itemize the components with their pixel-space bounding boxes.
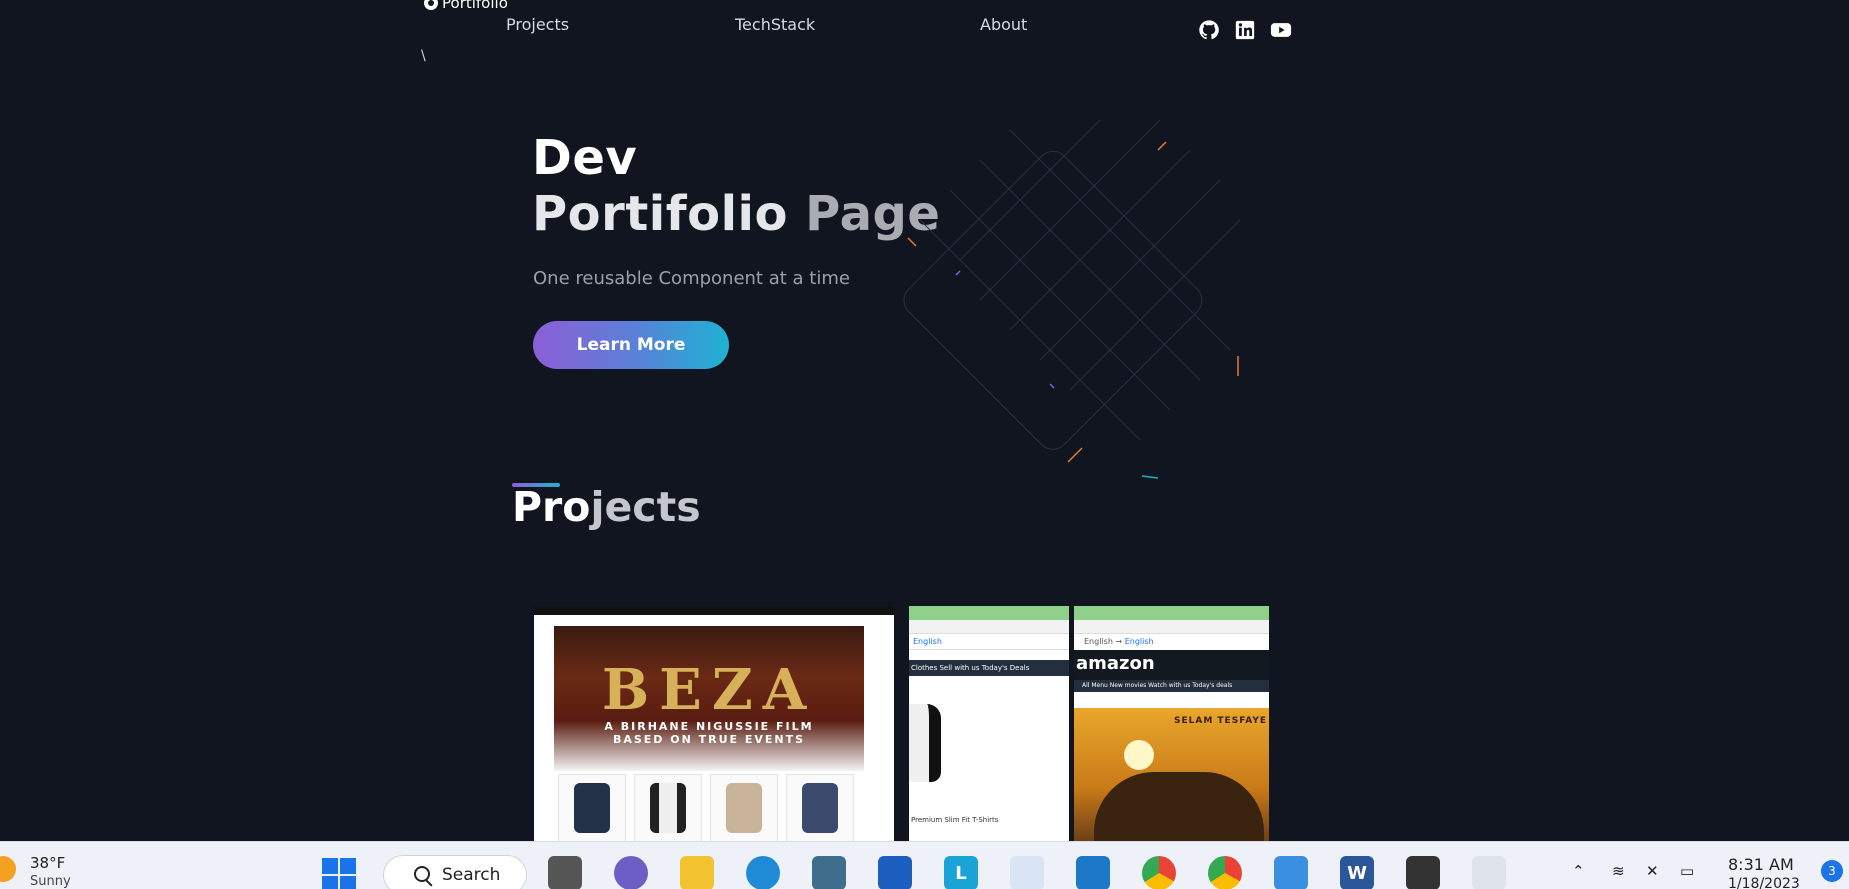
poster-sun — [1124, 740, 1154, 770]
vscode-icon[interactable] — [1076, 856, 1110, 889]
translate-bar: English — [909, 634, 1069, 650]
logo-mark-icon — [424, 0, 438, 10]
nav-link-techstack[interactable]: TechStack — [735, 15, 815, 34]
hero-title-line2-a: Portifolio — [532, 186, 788, 242]
weather-sun-icon[interactable] — [0, 856, 16, 882]
logo-text: Portifolio — [442, 0, 508, 12]
notification-badge[interactable]: 3 — [1821, 860, 1843, 882]
windows-taskbar: 38°F Sunny Search L W ⌃ ≋ ✕ ▭ 8:31 AM 1/… — [0, 841, 1849, 889]
beza-subtitle-1: A BIRHANE NIGUSSIE FILM — [604, 720, 814, 733]
youtube-icon[interactable] — [1270, 19, 1292, 41]
clock-date[interactable]: 1/18/2023 — [1728, 876, 1800, 889]
snipping-tool-icon[interactable] — [1472, 856, 1506, 889]
terminal-icon[interactable] — [1406, 856, 1440, 889]
github-icon[interactable] — [1198, 19, 1220, 41]
projects-heading-b: jects — [590, 483, 701, 531]
translate-bar: English → English — [1084, 637, 1154, 646]
poster-figures — [1094, 772, 1264, 842]
clock-time[interactable]: 8:31 AM — [1728, 855, 1794, 874]
weather-condition[interactable]: Sunny — [30, 874, 71, 889]
browser-toolbar — [534, 606, 894, 615]
weather-temp[interactable]: 38°F — [30, 854, 65, 872]
browser-tab-strip — [1074, 606, 1269, 620]
wifi-icon[interactable]: ≋ — [1612, 862, 1625, 880]
product-thumbnail — [786, 774, 854, 842]
linkedin-icon[interactable] — [1234, 19, 1256, 41]
search-icon — [414, 866, 430, 882]
movie-poster: SELAM TESFAYE — [1074, 708, 1269, 842]
shirt-image — [909, 704, 955, 782]
taskbar-search[interactable]: Search — [383, 855, 527, 889]
browser-tab-strip — [909, 606, 1069, 620]
battery-icon[interactable]: ▭ — [1680, 862, 1694, 880]
l-app-icon[interactable]: L — [944, 856, 978, 889]
product-thumbnail — [710, 774, 778, 842]
task-view-icon[interactable] — [548, 856, 582, 889]
product-thumbnail — [558, 774, 626, 842]
browser-url-bar — [909, 620, 1069, 634]
beza-title: BEZA — [601, 657, 817, 723]
project-card-amazon-clone-2[interactable]: English → English amazon All Menu New mo… — [1074, 606, 1269, 842]
notepad-icon[interactable] — [1274, 856, 1308, 889]
product-grid — [558, 774, 854, 842]
product-caption: Premium Slim Fit T-Shirts — [911, 816, 999, 824]
browser-url-bar — [1074, 620, 1269, 634]
volume-muted-icon[interactable]: ✕ — [1646, 862, 1659, 880]
amazon-nav-strip: All Menu New movies Watch with us Today'… — [1074, 680, 1269, 692]
search-label: Search — [442, 865, 501, 885]
social-links — [1198, 19, 1292, 41]
ai-app-icon[interactable] — [1010, 856, 1044, 889]
projects-heading: Projects — [512, 483, 701, 531]
project-card-amazon-clone-1[interactable]: English Clothes Sell with us Today's Dea… — [909, 606, 1069, 842]
amazon-nav-strip: Clothes Sell with us Today's Deals — [909, 660, 1069, 676]
poster-name: SELAM TESFAYE — [1174, 716, 1268, 726]
mysql-icon[interactable] — [812, 856, 846, 889]
edge-icon[interactable] — [746, 856, 780, 889]
site-logo[interactable]: Portifolio — [424, 0, 508, 12]
project-card-beza[interactable]: BEZA A BIRHANE NIGUSSIE FILM BASED ON TR… — [534, 606, 894, 842]
file-explorer-icon[interactable] — [680, 856, 714, 889]
hero-decorative-grid — [903, 120, 1241, 479]
start-button[interactable] — [322, 858, 356, 889]
chevron-up-icon[interactable]: ⌃ — [1572, 862, 1585, 880]
chrome-icon[interactable] — [1142, 856, 1176, 889]
chrome-profile-icon[interactable] — [1208, 856, 1242, 889]
amazon-logo: amazon — [1074, 650, 1269, 680]
hero-tagline: One reusable Component at a time — [533, 268, 850, 289]
beza-subtitle-2: BASED ON TRUE EVENTS — [612, 733, 806, 746]
beza-banner: BEZA A BIRHANE NIGUSSIE FILM BASED ON TR… — [554, 626, 864, 771]
store-icon[interactable] — [878, 856, 912, 889]
nav-link-about[interactable]: About — [980, 15, 1027, 34]
stray-backslash: \ — [421, 48, 426, 64]
translate-from: English — [1084, 637, 1113, 646]
word-icon[interactable]: W — [1340, 856, 1374, 889]
product-thumbnail — [634, 774, 702, 842]
projects-heading-a: Pro — [512, 483, 591, 531]
learn-more-button[interactable]: Learn More — [533, 321, 729, 369]
teams-icon[interactable] — [614, 856, 648, 889]
translate-to: English — [1124, 637, 1154, 646]
nav-link-projects[interactable]: Projects — [506, 15, 569, 34]
